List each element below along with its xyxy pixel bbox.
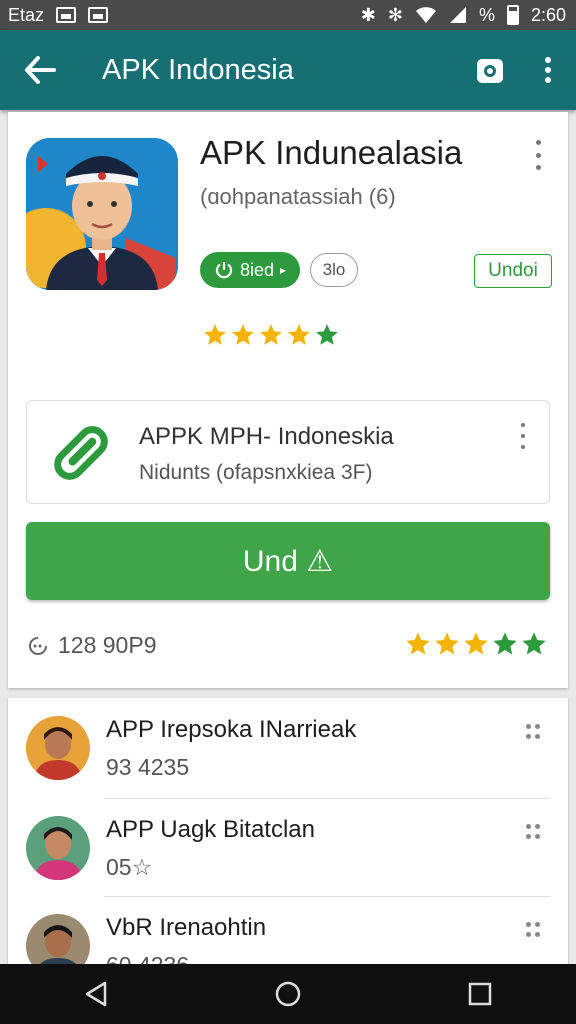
list-item[interactable]: APP Uagk Bitatclan 05☆ — [8, 798, 568, 896]
drag-handle-icon[interactable] — [526, 922, 542, 938]
star-icon — [260, 324, 282, 345]
image-icon — [56, 7, 77, 23]
related-app-more-button[interactable] — [515, 423, 531, 449]
rating-stars — [202, 322, 340, 348]
downloads-count: 128 90P9 — [58, 632, 157, 658]
back-button[interactable] — [0, 30, 80, 110]
avatar — [26, 716, 90, 780]
star-icon — [232, 324, 254, 345]
circle-home-icon — [275, 981, 301, 1007]
reviews-list: APP Irepsoka INarrieak 93 4235 APP Uagk … — [8, 698, 568, 968]
app-name: APK Indunealasia — [200, 134, 463, 171]
card-more-button[interactable] — [528, 140, 548, 170]
rating-stars-bottom — [404, 630, 548, 658]
star-icon — [435, 632, 459, 655]
clock: 2:60 — [530, 4, 566, 25]
star-icon — [464, 632, 488, 655]
list-item-title: APP Uagk Bitatclan — [106, 816, 316, 843]
carrier-text: Etaz — [8, 4, 45, 25]
wifi-icon — [415, 7, 436, 23]
star-icon — [406, 632, 430, 655]
app-icon-illustration — [26, 138, 178, 290]
battery-icon — [506, 5, 519, 25]
chevron-right-icon: ▸ — [280, 263, 287, 277]
install-label: 8ied — [239, 259, 274, 280]
arrow-left-icon — [25, 56, 56, 84]
status-bar: Etaz ✱ ✻ % 2:60 — [0, 0, 576, 30]
count-badge[interactable]: 3lo — [310, 253, 358, 287]
undo-button[interactable]: Undoi — [474, 254, 552, 288]
nav-back-button[interactable] — [56, 964, 136, 1024]
avatar — [26, 816, 90, 880]
camera-button[interactable] — [460, 30, 520, 110]
star-icon — [288, 324, 310, 345]
downloads-row: 128 90P9 — [26, 632, 156, 659]
triangle-back-icon — [85, 981, 107, 1007]
overflow-menu-button[interactable] — [520, 30, 576, 110]
drag-handle-icon[interactable] — [526, 724, 542, 740]
app-icon[interactable] — [26, 138, 178, 290]
nav-home-button[interactable] — [248, 964, 328, 1024]
star-icon — [204, 324, 226, 345]
app-detail-card: APK Indunealasia (ɑohpanatassiah (6) 8ie… — [8, 112, 568, 688]
vibrate-icon: ✻ — [387, 4, 403, 25]
primary-action-button[interactable]: Und ⚠ — [26, 522, 550, 600]
nav-recents-button[interactable] — [440, 964, 520, 1024]
paperclip-icon — [54, 426, 108, 480]
install-button[interactable]: 8ied ▸ — [200, 252, 300, 288]
related-app-card[interactable]: APPK MPH- Indoneskia Nidunts (ofapsnxkie… — [26, 400, 550, 504]
page-title: APK Indonesia — [102, 53, 294, 86]
avatar — [26, 914, 90, 968]
list-item-meta: 05☆ — [106, 854, 153, 880]
list-item-meta: 93 4235 — [106, 754, 190, 780]
related-app-subtitle: Nidunts (ofapsnxkiea 3F) — [139, 461, 373, 484]
star-icon — [522, 632, 546, 655]
related-app-title: APPK MPH- Indoneskia — [139, 423, 394, 450]
system-nav-bar — [0, 964, 576, 1024]
star-icon — [316, 324, 338, 345]
camera-icon — [477, 59, 503, 83]
signal-icon — [449, 7, 466, 23]
star-icon — [493, 632, 517, 655]
bluetooth-icon: ✱ — [360, 4, 376, 25]
power-icon — [215, 262, 233, 279]
list-item-title: VbR Irenaohtin — [106, 914, 267, 941]
list-item[interactable]: VbR Irenaohtin 60 4236 — [8, 896, 568, 968]
square-recents-icon — [468, 982, 492, 1006]
drag-handle-icon[interactable] — [526, 824, 542, 840]
app-bar: APK Indonesia — [0, 30, 576, 110]
list-item-title: APP Irepsoka INarrieak — [106, 716, 357, 743]
list-item[interactable]: APP Irepsoka INarrieak 93 4235 — [8, 698, 568, 796]
notification-icon — [88, 7, 109, 23]
app-subtitle: (ɑohpanatassiah (6) — [200, 184, 396, 209]
nfc-icon: % — [478, 4, 495, 25]
chat-icon — [29, 636, 47, 655]
more-vert-icon — [545, 57, 551, 83]
